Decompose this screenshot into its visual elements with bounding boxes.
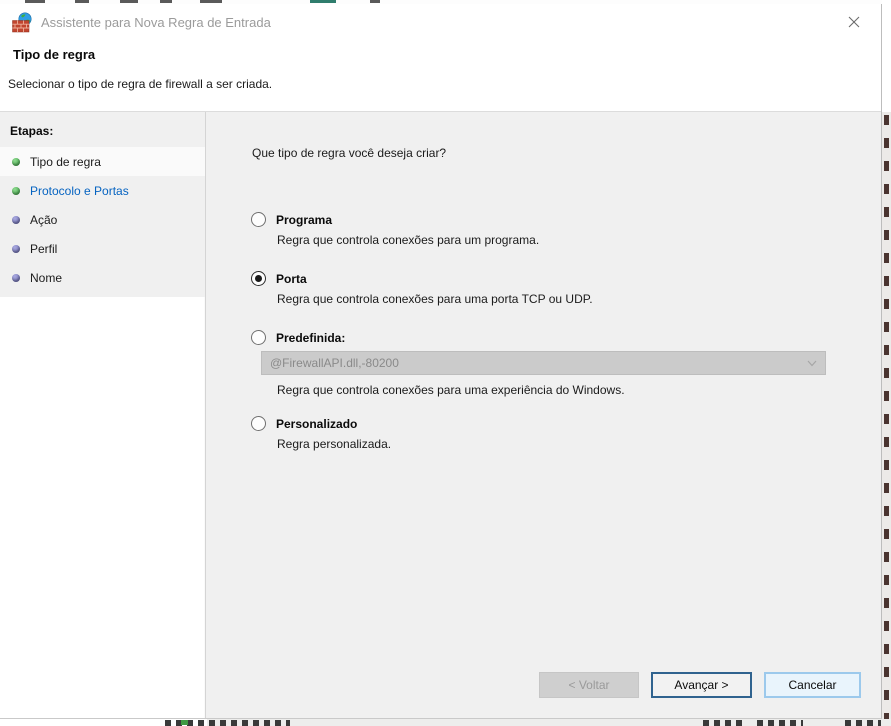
page-header: Tipo de regra Selecionar o tipo de regra… <box>0 40 881 112</box>
option-label[interactable]: Programa <box>276 213 332 227</box>
next-button[interactable]: Avançar > <box>651 672 752 698</box>
chevron-down-icon <box>807 354 817 372</box>
page-title: Tipo de regra <box>13 47 96 62</box>
wizard-dialog: Assistente para Nova Regra de Entrada Ti… <box>0 4 882 719</box>
option-personalizado: Personalizado Regra personalizada. <box>251 415 841 451</box>
background-window-bottom-edge <box>0 719 891 726</box>
sidebar-item-protocolo-e-portas[interactable]: Protocolo e Portas <box>0 176 205 205</box>
firewall-icon <box>12 12 33 33</box>
step-label: Tipo de regra <box>30 154 101 169</box>
radio-predefinida[interactable] <box>251 330 266 345</box>
sidebar-item-tipo-de-regra[interactable]: Tipo de regra <box>0 147 205 176</box>
radio-porta[interactable] <box>251 271 266 286</box>
window-title: Assistente para Nova Regra de Entrada <box>41 14 271 30</box>
background-green-dot <box>181 720 188 725</box>
steps-sidebar: Etapas: Tipo de regra Protocolo e Portas… <box>0 112 206 718</box>
radio-personalizado[interactable] <box>251 416 266 431</box>
step-bullet-icon <box>12 157 20 166</box>
question-text: Que tipo de regra você deseja criar? <box>252 146 447 160</box>
wizard-body: Etapas: Tipo de regra Protocolo e Portas… <box>0 112 881 718</box>
option-label[interactable]: Personalizado <box>276 417 357 431</box>
step-bullet-icon <box>12 273 20 282</box>
predefined-rule-select: @FirewallAPI.dll,-80200 <box>261 351 826 375</box>
option-description: Regra que controla conexões para um prog… <box>277 233 540 247</box>
radio-programa[interactable] <box>251 212 266 227</box>
option-label[interactable]: Predefinida: <box>276 331 345 345</box>
sidebar-item-nome[interactable]: Nome <box>0 263 205 292</box>
steps-heading: Etapas: <box>10 124 54 138</box>
option-label[interactable]: Porta <box>276 272 307 286</box>
step-bullet-icon <box>12 215 20 224</box>
option-description: Regra personalizada. <box>277 437 392 451</box>
steps-block: Etapas: Tipo de regra Protocolo e Portas… <box>0 112 205 297</box>
page-subtitle: Selecionar o tipo de regra de firewall a… <box>8 77 273 91</box>
close-icon[interactable] <box>837 4 871 40</box>
sidebar-item-perfil[interactable]: Perfil <box>0 234 205 263</box>
cancel-button[interactable]: Cancelar <box>764 672 861 698</box>
step-label: Protocolo e Portas <box>30 183 129 198</box>
step-bullet-icon <box>12 186 20 195</box>
option-predefinida: Predefinida: @FirewallAPI.dll,-80200 Reg… <box>251 329 841 397</box>
step-label: Perfil <box>30 241 58 256</box>
wizard-content: Que tipo de regra você deseja criar? Pro… <box>206 112 881 718</box>
titlebar: Assistente para Nova Regra de Entrada <box>0 4 881 40</box>
option-description: Regra que controla conexões para uma por… <box>277 292 593 306</box>
step-label: Ação <box>30 212 58 227</box>
background-window-right-edge <box>882 0 891 726</box>
step-label: Nome <box>30 270 63 285</box>
sidebar-item-acao[interactable]: Ação <box>0 205 205 234</box>
option-porta: Porta Regra que controla conexões para u… <box>251 270 841 306</box>
back-button: < Voltar <box>539 672 639 698</box>
predefined-rule-value: @FirewallAPI.dll,-80200 <box>270 356 399 370</box>
option-programa: Programa Regra que controla conexões par… <box>251 211 841 247</box>
option-description: Regra que controla conexões para uma exp… <box>277 383 625 397</box>
step-bullet-icon <box>12 244 20 253</box>
